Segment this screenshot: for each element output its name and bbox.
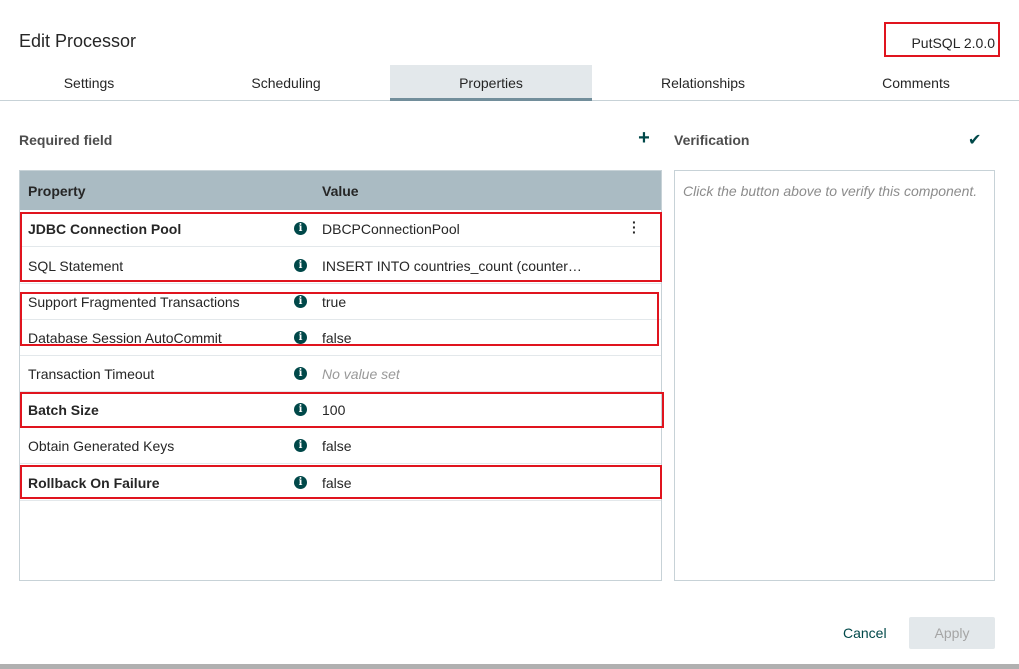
info-icon[interactable]: i xyxy=(294,367,307,380)
tab-scheduling[interactable]: Scheduling xyxy=(196,65,376,101)
property-value[interactable]: true xyxy=(322,294,346,310)
kebab-menu-icon[interactable]: · · · xyxy=(632,215,637,239)
verification-panel: Click the button above to verify this co… xyxy=(674,170,995,581)
table-header: Property Value xyxy=(20,171,661,210)
edit-processor-dialog: Edit Processor PutSQL 2.0.0 Settings Sch… xyxy=(0,0,1019,669)
tab-properties[interactable]: Properties xyxy=(390,65,592,101)
column-header-property[interactable]: Property xyxy=(28,183,86,199)
info-icon[interactable]: i xyxy=(294,476,307,489)
tab-comments[interactable]: Comments xyxy=(815,65,1017,101)
property-value[interactable]: false xyxy=(322,438,352,454)
property-row[interactable]: JDBC Connection Pool i DBCPConnectionPoo… xyxy=(20,211,661,247)
tab-settings[interactable]: Settings xyxy=(0,65,178,101)
check-icon: ✔ xyxy=(968,132,982,149)
property-name: Database Session AutoCommit xyxy=(28,330,222,346)
property-row[interactable]: Rollback On Failure i false xyxy=(20,465,661,501)
cancel-button[interactable]: Cancel xyxy=(843,625,887,641)
info-icon[interactable]: i xyxy=(294,295,307,308)
property-row[interactable]: Transaction Timeout i No value set xyxy=(20,356,661,392)
property-value[interactable]: INSERT INTO countries_count (counter… xyxy=(322,258,582,274)
processor-version: PutSQL 2.0.0 xyxy=(911,35,995,51)
properties-table: Property Value JDBC Connection Pool i DB… xyxy=(19,170,662,581)
property-name: SQL Statement xyxy=(28,258,124,274)
verification-label: Verification xyxy=(674,132,750,148)
property-value[interactable]: false xyxy=(322,475,352,491)
property-name: JDBC Connection Pool xyxy=(28,221,182,237)
property-name: Batch Size xyxy=(28,402,99,418)
column-header-value[interactable]: Value xyxy=(322,183,359,199)
info-icon[interactable]: i xyxy=(294,331,307,344)
info-icon[interactable]: i xyxy=(294,403,307,416)
property-value[interactable]: false xyxy=(322,330,352,346)
property-value[interactable]: DBCPConnectionPool xyxy=(322,221,460,237)
dialog-title: Edit Processor xyxy=(19,31,137,51)
property-name: Support Fragmented Transactions xyxy=(28,294,240,310)
tab-bar: Settings Scheduling Properties Relations… xyxy=(0,65,1019,101)
tab-relationships[interactable]: Relationships xyxy=(602,65,804,101)
verification-message: Click the button above to verify this co… xyxy=(683,183,978,199)
apply-button[interactable]: Apply xyxy=(909,617,995,649)
property-row[interactable]: Obtain Generated Keys i false xyxy=(20,428,661,464)
property-name: Obtain Generated Keys xyxy=(28,438,175,454)
property-value[interactable]: No value set xyxy=(322,366,400,382)
property-name: Rollback On Failure xyxy=(28,475,160,491)
property-value[interactable]: 100 xyxy=(322,402,345,418)
add-property-button[interactable]: + xyxy=(636,128,652,148)
info-icon[interactable]: i xyxy=(294,259,307,272)
property-row[interactable]: Database Session AutoCommit i false xyxy=(20,320,661,356)
info-icon[interactable]: i xyxy=(294,222,307,235)
required-field-label: Required field xyxy=(19,132,113,148)
property-row[interactable]: Batch Size i 100 xyxy=(20,392,661,428)
property-row[interactable]: SQL Statement i INSERT INTO countries_co… xyxy=(20,248,661,284)
info-icon[interactable]: i xyxy=(294,439,307,452)
property-name: Transaction Timeout xyxy=(28,366,155,382)
property-row[interactable]: Support Fragmented Transactions i true xyxy=(20,284,661,320)
bottom-divider xyxy=(0,664,1019,669)
verify-button[interactable]: ✔ xyxy=(968,130,981,150)
plus-icon: + xyxy=(638,127,650,149)
